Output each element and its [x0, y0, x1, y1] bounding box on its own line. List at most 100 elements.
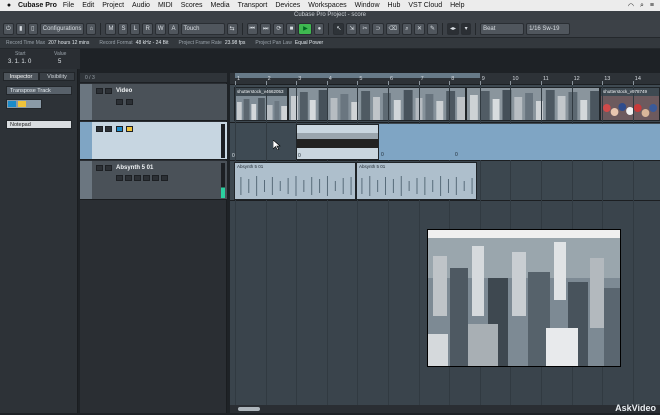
- menu-item-media[interactable]: Media: [211, 2, 230, 9]
- menu-item-scores[interactable]: Scores: [181, 2, 203, 9]
- video-player-window[interactable]: [427, 229, 621, 367]
- record-format[interactable]: Record Format 48 kHz - 24 Bit: [99, 40, 168, 46]
- solo-button[interactable]: [105, 88, 112, 94]
- quantize-select[interactable]: 1/16 Sw-19: [526, 22, 571, 35]
- track-video[interactable]: Video: [80, 84, 227, 121]
- menu-item-file[interactable]: File: [63, 2, 74, 9]
- write-button[interactable]: W: [154, 22, 167, 35]
- menu-item-edit[interactable]: Edit: [82, 2, 94, 9]
- midi-part[interactable]: Absynth 5 01: [356, 162, 477, 200]
- menu-item-audio[interactable]: Audio: [132, 2, 150, 9]
- left-zone-button[interactable]: ▯: [27, 22, 38, 35]
- video-clip-name: shutterstock_v4662053: [237, 89, 284, 94]
- mute-tool-icon[interactable]: ✕: [413, 22, 426, 35]
- go-to-start-icon[interactable]: ⏮: [246, 22, 258, 35]
- track-name[interactable]: Absynth 5 01: [116, 165, 153, 171]
- record-icon[interactable]: ●: [314, 22, 325, 35]
- read-button[interactable]: R: [142, 22, 153, 35]
- automation-button[interactable]: A: [168, 22, 179, 35]
- menu-item-window[interactable]: Window: [355, 2, 380, 9]
- tab-inspector[interactable]: Inspector: [3, 72, 39, 81]
- track-instrument[interactable]: Absynth 5 01: [80, 161, 227, 200]
- menu-item-workspaces[interactable]: Workspaces: [308, 2, 346, 9]
- keyboard-icon[interactable]: [8, 101, 16, 107]
- value-field[interactable]: 5: [58, 59, 61, 65]
- play-icon[interactable]: ▶: [298, 22, 313, 35]
- nudge-button[interactable]: ◂▸: [447, 22, 460, 35]
- lock-button[interactable]: [126, 99, 133, 105]
- record-enable-button[interactable]: [143, 175, 150, 181]
- menu-item-transport[interactable]: Transport: [238, 2, 268, 9]
- video-clip[interactable]: shutterstock_v978749: [600, 87, 660, 121]
- constrain-delay-button[interactable]: ⌂: [86, 22, 97, 35]
- solo-button[interactable]: [105, 126, 112, 132]
- transpose-event[interactable]: 0 0: [379, 124, 660, 160]
- notepad-field[interactable]: Notepad: [6, 120, 72, 129]
- range-tool-icon[interactable]: ⇲: [346, 22, 358, 35]
- mute-button[interactable]: [96, 165, 103, 171]
- draw-tool-icon[interactable]: ✎: [427, 22, 439, 35]
- start-value[interactable]: 3. 1. 1. 0: [8, 59, 31, 65]
- object-selection-tool-icon[interactable]: ↖: [333, 22, 345, 35]
- solo-button[interactable]: S: [118, 22, 129, 35]
- transpose-event[interactable]: 0: [296, 124, 379, 160]
- video-clip-continuation[interactable]: [288, 87, 466, 121]
- pan-law[interactable]: Project Pan Law Equal Power: [255, 40, 323, 46]
- write-button[interactable]: [125, 175, 132, 181]
- ruler-bar-number: 3: [298, 76, 302, 82]
- solo-button[interactable]: [105, 165, 112, 171]
- edit-button[interactable]: [116, 99, 123, 105]
- spotlight-icon[interactable]: ⌕: [640, 2, 644, 10]
- mute-button[interactable]: [96, 126, 103, 132]
- app-menu[interactable]: Cubase Pro: [18, 2, 57, 9]
- menu-item-help[interactable]: Help: [450, 2, 464, 9]
- track-list: 0 / 3 Video Absynth 5 01: [80, 73, 227, 413]
- monitor-button[interactable]: [134, 175, 141, 181]
- stop-icon[interactable]: ■: [286, 22, 297, 35]
- video-player-titlebar[interactable]: [428, 230, 620, 238]
- autoscroll-button[interactable]: ⇆: [226, 22, 238, 35]
- lock-icon[interactable]: [126, 126, 133, 132]
- zoom-tool-icon[interactable]: ⌕: [401, 22, 412, 35]
- inspector-track-name[interactable]: Transpose Track: [6, 86, 72, 95]
- inspector-toggle-button[interactable]: ▮: [15, 22, 26, 35]
- video-clip[interactable]: shutterstock_v4662053: [234, 87, 288, 121]
- ruler[interactable]: 1 2 3 4 5 6 7 8 9 10 11 12 13 14: [230, 73, 660, 85]
- track-transpose[interactable]: [80, 122, 227, 160]
- color-button[interactable]: ▾: [461, 22, 472, 35]
- frame-rate[interactable]: Project Frame Rate 23.98 fps: [178, 40, 245, 46]
- configurations-select[interactable]: Configurations: [39, 22, 85, 35]
- notification-icon[interactable]: ≡: [650, 2, 654, 10]
- apple-icon[interactable]: ●: [4, 2, 14, 9]
- horizontal-scrollbar[interactable]: [230, 405, 660, 413]
- lane-button[interactable]: [161, 175, 168, 181]
- edit-instrument-button[interactable]: [152, 175, 159, 181]
- midi-part[interactable]: Absynth 5 01: [234, 162, 356, 200]
- lock-icon[interactable]: [18, 101, 26, 107]
- menu-item-midi[interactable]: MIDI: [158, 2, 173, 9]
- cycle-range[interactable]: [235, 73, 480, 78]
- go-to-end-icon[interactable]: ⏭: [259, 22, 272, 35]
- automation-mode-select[interactable]: Touch: [180, 22, 225, 35]
- mute-button[interactable]: [96, 88, 103, 94]
- read-button[interactable]: [116, 175, 123, 181]
- activate-project-button[interactable]: ⏻: [3, 22, 14, 35]
- scrollbar-thumb[interactable]: [238, 407, 260, 411]
- mute-button[interactable]: M: [105, 22, 117, 35]
- info-line: Record Time Max 207 hours 12 mins Record …: [0, 38, 660, 49]
- menu-item-hub[interactable]: Hub: [388, 2, 401, 9]
- keyboard-icon[interactable]: [116, 126, 123, 132]
- listen-button[interactable]: L: [130, 22, 141, 35]
- tab-visibility[interactable]: Visibility: [39, 72, 75, 81]
- track-name[interactable]: Video: [116, 88, 132, 94]
- split-tool-icon[interactable]: ✂: [359, 22, 371, 35]
- menu-item-project[interactable]: Project: [102, 2, 124, 9]
- menu-item-vst-cloud[interactable]: VST Cloud: [408, 2, 442, 9]
- glue-tool-icon[interactable]: ⊃: [372, 22, 384, 35]
- erase-tool-icon[interactable]: ⌫: [385, 22, 400, 35]
- snap-type-select[interactable]: Beat: [480, 22, 525, 35]
- video-clip-continuation[interactable]: [466, 87, 600, 121]
- menu-item-devices[interactable]: Devices: [275, 2, 300, 9]
- wifi-icon[interactable]: ◠: [628, 2, 634, 10]
- cycle-icon[interactable]: ⟳: [273, 22, 285, 35]
